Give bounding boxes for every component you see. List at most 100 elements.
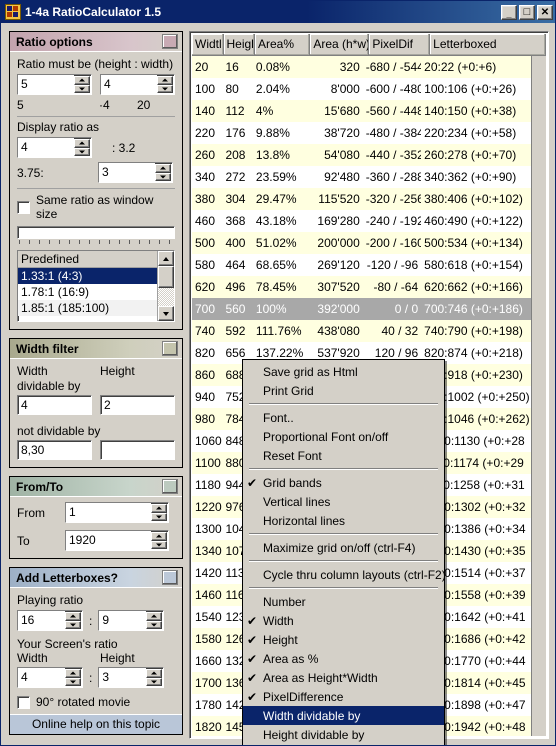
scrollbar-thumb[interactable] xyxy=(158,266,174,288)
spin-up-icon[interactable] xyxy=(74,139,90,148)
column-header-area-pct[interactable]: Area% xyxy=(255,34,311,55)
playing-ratio-width-stepper[interactable]: 16 xyxy=(17,610,83,631)
ratio-options-collapse-button[interactable] xyxy=(162,34,178,49)
spin-up-icon[interactable] xyxy=(65,669,81,678)
table-row[interactable]: 500 400 51.02% 200'000 -200 / -160 500:534 (+… xyxy=(192,232,532,254)
playing-ratio-height-value[interactable]: 9 xyxy=(99,611,147,630)
playing-width-spin-buttons[interactable] xyxy=(65,612,81,629)
menu-item[interactable]: Width dividable by xyxy=(243,706,444,725)
column-header-letterboxed[interactable]: Letterboxed xyxy=(430,34,546,55)
spin-up-icon[interactable] xyxy=(155,164,171,173)
ratio-width-value[interactable]: 4 xyxy=(101,75,157,94)
table-row[interactable]: 580 464 68.65% 269'120 -120 / -96 580:618 (+0… xyxy=(192,254,532,276)
column-header-width[interactable]: Widtl xyxy=(192,34,224,55)
dividable-width-input[interactable]: 4 xyxy=(17,395,92,415)
menu-item[interactable]: ✔ Height xyxy=(243,630,444,649)
from-spin-buttons[interactable] xyxy=(151,504,167,521)
menu-item[interactable]: Number xyxy=(243,592,444,611)
table-row[interactable]: 740 592 111.76% 438'080 40 / 32 740:790 (+0:+… xyxy=(192,320,532,342)
spin-up-icon[interactable] xyxy=(74,76,90,85)
table-row[interactable]: 140 112 4% 15'680 -560 / -448 140:150 (+0:+38… xyxy=(192,100,532,122)
scroll-up-icon[interactable] xyxy=(158,251,174,266)
menu-item[interactable]: ✔ Grid bands xyxy=(243,473,444,492)
to-value[interactable]: 1920 xyxy=(66,531,151,550)
screen-width-spin-buttons[interactable] xyxy=(65,669,81,686)
screen-height-value[interactable]: 3 xyxy=(99,668,147,687)
spin-down-icon[interactable] xyxy=(155,172,171,181)
spin-down-icon[interactable] xyxy=(157,84,173,93)
close-button[interactable]: ✕ xyxy=(537,4,553,20)
letterboxes-collapse-button[interactable] xyxy=(162,570,178,585)
column-header-height[interactable]: Heigl xyxy=(223,34,255,55)
table-row[interactable]: 620 496 78.45% 307'520 -80 / -64 620:662 (+0:… xyxy=(192,276,532,298)
ratio-width-spin-buttons[interactable] xyxy=(157,76,173,93)
spin-down-icon[interactable] xyxy=(74,147,90,156)
spin-up-icon[interactable] xyxy=(65,612,81,621)
spin-up-icon[interactable] xyxy=(146,669,163,678)
from-stepper[interactable]: 1 xyxy=(65,502,169,523)
menu-item[interactable]: Reset Font xyxy=(243,446,444,465)
spin-down-icon[interactable] xyxy=(65,620,81,629)
screen-height-stepper[interactable]: 3 xyxy=(98,667,165,688)
spin-down-icon[interactable] xyxy=(151,540,167,549)
table-row[interactable]: 220 176 9.88% 38'720 -480 / -384 220:234 (+0:… xyxy=(192,122,532,144)
display-denominator-spin-buttons[interactable] xyxy=(155,164,171,181)
spin-down-icon[interactable] xyxy=(146,677,163,686)
spin-down-icon[interactable] xyxy=(74,84,90,93)
spin-up-icon[interactable] xyxy=(151,504,167,513)
menu-item[interactable]: Print Grid xyxy=(243,381,444,400)
screen-height-spin-buttons[interactable] xyxy=(146,669,163,686)
not-dividable-height-input[interactable] xyxy=(100,440,175,460)
spin-up-icon[interactable] xyxy=(146,612,163,621)
checkbox-box[interactable] xyxy=(17,695,30,709)
scroll-down-icon[interactable] xyxy=(158,306,174,321)
same-ratio-checkbox[interactable]: Same ratio as window size xyxy=(17,193,175,221)
playing-height-spin-buttons[interactable] xyxy=(146,612,163,629)
menu-item[interactable]: Font.. xyxy=(243,408,444,427)
checkbox-box[interactable] xyxy=(17,200,30,214)
spin-down-icon[interactable] xyxy=(151,512,167,521)
maximize-button[interactable]: □ xyxy=(519,4,535,20)
predefined-scrollbar[interactable] xyxy=(157,251,174,321)
playing-ratio-width-value[interactable]: 16 xyxy=(18,611,65,630)
list-item[interactable]: 1.85:1 (185:100) xyxy=(18,300,157,316)
menu-item[interactable]: Save grid as Html xyxy=(243,362,444,381)
playing-ratio-height-stepper[interactable]: 9 xyxy=(98,610,165,631)
display-ratio-spin-buttons[interactable] xyxy=(74,139,90,156)
display-ratio-value[interactable]: 4 xyxy=(18,138,74,157)
from-to-collapse-button[interactable] xyxy=(162,479,178,494)
width-filter-collapse-button[interactable] xyxy=(162,341,178,356)
menu-item[interactable]: ✔ Area as Height*Width xyxy=(243,668,444,687)
ratio-height-value[interactable]: 5 xyxy=(18,75,74,94)
table-row[interactable]: 460 368 43.18% 169'280 -240 / -192 460:490 (+… xyxy=(192,210,532,232)
menu-item[interactable]: Vertical lines xyxy=(243,492,444,511)
rotated-movie-checkbox[interactable]: 90° rotated movie xyxy=(17,695,175,709)
from-value[interactable]: 1 xyxy=(66,503,151,522)
menu-item[interactable]: Maximize grid on/off (ctrl-F4) xyxy=(243,538,444,557)
to-spin-buttons[interactable] xyxy=(151,532,167,549)
display-ratio-stepper[interactable]: 4 xyxy=(17,137,92,158)
scrollbar-track[interactable] xyxy=(158,288,174,306)
table-row[interactable]: 100 80 2.04% 8'000 -600 / -480 100:106 (+0:+2… xyxy=(192,78,532,100)
spin-up-icon[interactable] xyxy=(157,76,173,85)
spin-down-icon[interactable] xyxy=(146,620,163,629)
list-item[interactable]: 1.78:1 (16:9) xyxy=(18,284,157,300)
grid-vertical-scrollbar[interactable] xyxy=(531,56,546,736)
spin-up-icon[interactable] xyxy=(151,532,167,541)
table-row[interactable]: 340 272 23.59% 92'480 -360 / -288 340:362 (+0… xyxy=(192,166,532,188)
minimize-button[interactable]: _ xyxy=(501,4,517,20)
ratio-height-stepper[interactable]: 5 xyxy=(17,74,92,95)
menu-item[interactable]: Proportional Font on/off xyxy=(243,427,444,446)
table-row[interactable]: 380 304 29.47% 115'520 -320 / -256 380:406 (+… xyxy=(192,188,532,210)
to-stepper[interactable]: 1920 xyxy=(65,530,169,551)
spin-down-icon[interactable] xyxy=(65,677,81,686)
ratio-width-stepper[interactable]: 4 xyxy=(100,74,175,95)
menu-item[interactable]: Cycle thru column layouts (ctrl-F2) xyxy=(243,565,446,584)
menu-item[interactable]: ✔ Width xyxy=(243,611,444,630)
menu-item[interactable]: ✔ PixelDifference xyxy=(243,687,444,706)
screen-width-stepper[interactable]: 4 xyxy=(17,667,83,688)
grid-context-menu[interactable]: Save grid as Html Print Grid Font.. Proport… xyxy=(242,359,446,745)
list-item[interactable]: 1.33:1 (4:3) xyxy=(18,268,157,284)
ratio-slider[interactable] xyxy=(17,226,175,247)
column-header-area[interactable]: Area (h*w) xyxy=(310,34,370,55)
